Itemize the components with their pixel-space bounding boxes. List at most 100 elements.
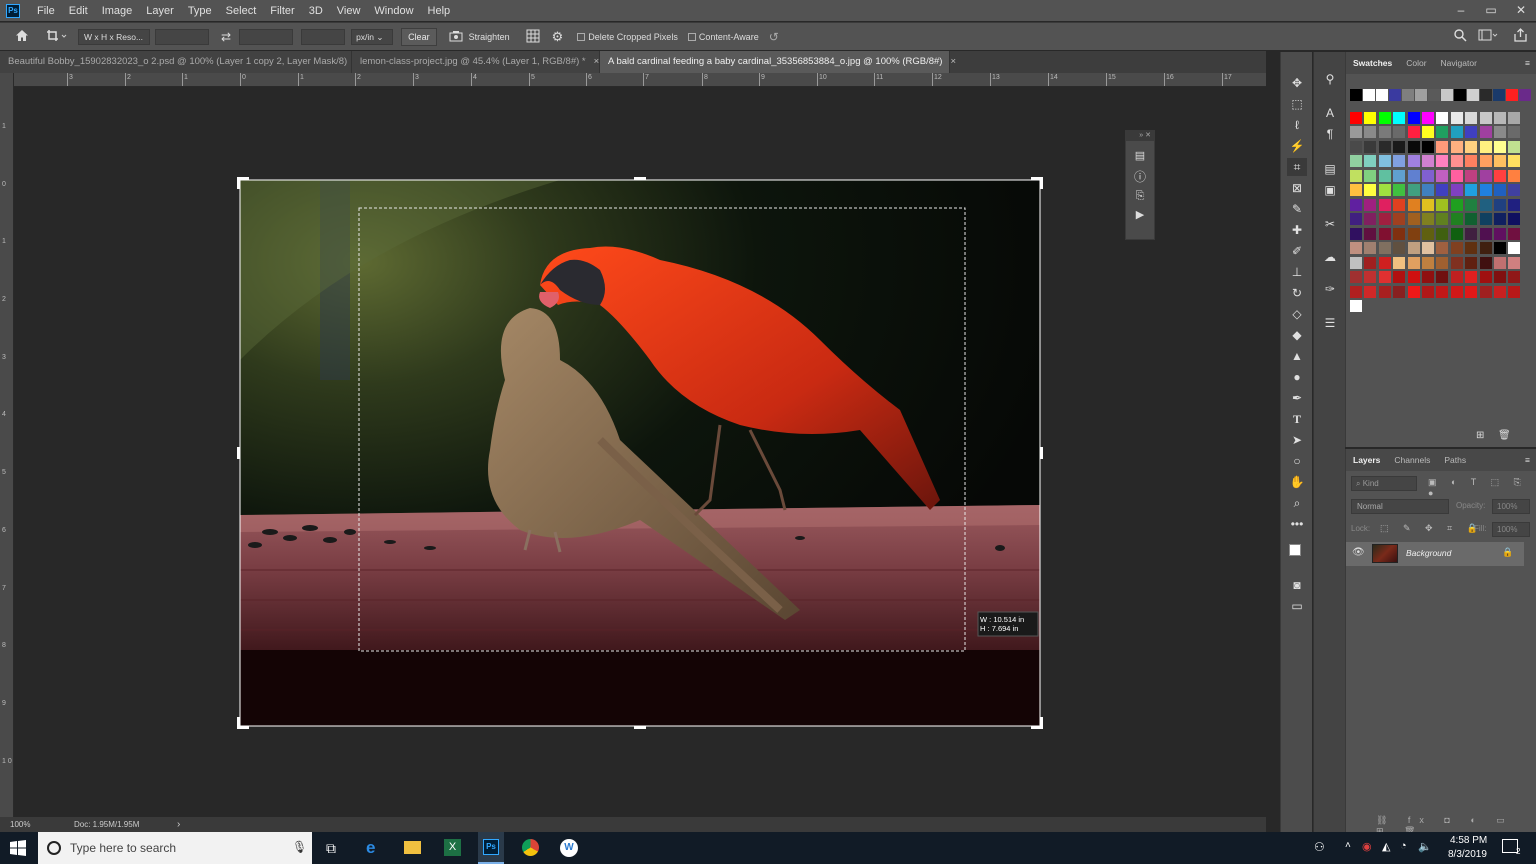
color-swatch[interactable]	[1389, 89, 1401, 101]
people-icon[interactable]: ⚇	[1314, 840, 1325, 854]
delete-swatch-icon[interactable]: 🗑	[1498, 430, 1511, 441]
color-swatch[interactable]	[1479, 227, 1492, 240]
color-swatch[interactable]	[1422, 227, 1434, 240]
blur-tool-icon[interactable]: ▲	[1287, 347, 1307, 365]
color-swatch[interactable]	[1508, 213, 1521, 225]
color-swatch[interactable]	[1494, 213, 1506, 225]
lasso-tool-icon[interactable]: ℓ	[1287, 116, 1307, 134]
color-swatch[interactable]	[1364, 111, 1377, 124]
history-icon[interactable]: ⎘	[1126, 190, 1154, 203]
color-swatch[interactable]	[1350, 169, 1362, 182]
task-view-icon[interactable]: ⧉	[326, 840, 336, 857]
color-swatch[interactable]	[1350, 184, 1362, 196]
color-swatch[interactable]	[1364, 126, 1377, 138]
search-icon[interactable]	[1454, 29, 1467, 44]
path-selection-tool-icon[interactable]: ➤	[1287, 431, 1307, 449]
color-swatch[interactable]	[1393, 285, 1406, 298]
content-aware-checkbox[interactable]: Content-Aware	[687, 32, 759, 42]
blend-mode-select[interactable]: Normal	[1351, 499, 1449, 514]
minimize-button[interactable]: –	[1446, 0, 1476, 21]
color-swatch[interactable]	[1436, 140, 1449, 153]
color-swatch[interactable]	[1450, 169, 1463, 182]
network-icon[interactable]: ◭	[1382, 840, 1390, 853]
color-swatch[interactable]	[1422, 184, 1434, 196]
color-swatch[interactable]	[1465, 213, 1478, 225]
color-swatch[interactable]	[1508, 285, 1521, 298]
color-swatch[interactable]	[1422, 271, 1434, 283]
color-swatch[interactable]	[1465, 169, 1478, 182]
home-icon[interactable]	[12, 29, 32, 44]
color-swatch[interactable]	[1350, 140, 1362, 153]
color-swatch[interactable]	[1479, 140, 1492, 153]
color-swatch[interactable]	[1465, 271, 1478, 283]
color-swatch[interactable]	[1363, 89, 1375, 101]
close-tab-icon[interactable]: ×	[594, 56, 600, 67]
clock-time[interactable]: 4:58 PM	[1450, 835, 1487, 846]
color-swatch[interactable]	[1479, 169, 1492, 182]
settings-gear-icon[interactable]: ⚙	[552, 29, 564, 45]
tray-chevron-icon[interactable]: ˄	[1345, 840, 1351, 851]
info-icon[interactable]: ⓘ	[1126, 168, 1154, 185]
tab-color[interactable]: Color	[1399, 58, 1433, 68]
color-swatch[interactable]	[1378, 140, 1391, 153]
libraries-icon[interactable]: ▤	[1320, 160, 1340, 178]
tab-channels[interactable]: Channels	[1387, 455, 1437, 465]
panel-menu-icon[interactable]: ≡	[1525, 58, 1530, 68]
pen-tool-icon[interactable]: ✒	[1287, 389, 1307, 407]
color-swatch[interactable]	[1479, 242, 1492, 254]
filter-icons[interactable]: ▣ ◐ T ⬚ ⎘ ●	[1428, 477, 1536, 498]
color-swatch[interactable]	[1393, 155, 1406, 167]
color-swatch[interactable]	[1378, 256, 1391, 269]
color-swatch[interactable]	[1436, 184, 1449, 196]
color-swatch[interactable]	[1508, 140, 1521, 153]
brush-tool-icon[interactable]: ✐	[1287, 242, 1307, 260]
status-menu-arrow[interactable]: ›	[177, 817, 180, 832]
color-swatch[interactable]	[1465, 285, 1478, 298]
color-swatch[interactable]	[1450, 256, 1463, 269]
color-swatch[interactable]	[1494, 227, 1506, 240]
color-swatch[interactable]	[1494, 198, 1506, 211]
color-swatch[interactable]	[1407, 184, 1420, 196]
color-swatch[interactable]	[1393, 198, 1406, 211]
color-swatch[interactable]	[1479, 111, 1492, 124]
color-swatch[interactable]	[1350, 126, 1362, 138]
resolution-input[interactable]	[301, 28, 346, 45]
color-swatch[interactable]	[1350, 111, 1362, 124]
color-swatch[interactable]	[1393, 256, 1406, 269]
color-swatch[interactable]	[1436, 227, 1449, 240]
clone-stamp-tool-icon[interactable]: ⊥	[1287, 263, 1307, 281]
color-swatch[interactable]	[1465, 111, 1478, 124]
color-swatch[interactable]	[1436, 285, 1449, 298]
color-swatch[interactable]	[1350, 256, 1362, 269]
color-swatch[interactable]	[1407, 285, 1420, 298]
delete-cropped-checkbox[interactable]: Delete Cropped Pixels	[577, 32, 678, 42]
color-swatch[interactable]	[1364, 198, 1377, 211]
color-swatch[interactable]	[1508, 126, 1521, 138]
color-swatch[interactable]	[1378, 184, 1391, 196]
menu-window[interactable]: Window	[367, 5, 420, 17]
tab-lemon-class-project[interactable]: lemon-class-project.jpg @ 45.4% (Layer 1…	[352, 51, 600, 73]
color-swatch[interactable]	[1479, 271, 1492, 283]
color-swatch[interactable]	[1508, 198, 1521, 211]
ratio-select[interactable]: W x H x Reso... ⌄	[78, 28, 150, 56]
color-swatch[interactable]	[1415, 89, 1427, 101]
color-swatch[interactable]	[1422, 198, 1434, 211]
crop-tool-icon[interactable]: ⌗	[1287, 158, 1307, 176]
color-swatch[interactable]	[1364, 285, 1377, 298]
restore-button[interactable]: ▭	[1476, 0, 1506, 21]
color-swatch[interactable]	[1465, 242, 1478, 254]
color-swatch[interactable]	[1479, 126, 1492, 138]
color-swatch[interactable]	[1436, 111, 1449, 124]
color-swatch[interactable]	[1364, 271, 1377, 283]
opacity-input[interactable]: 100%	[1492, 499, 1530, 514]
color-swatch[interactable]	[1378, 198, 1391, 211]
photoshop-taskbar-icon[interactable]: Ps	[478, 832, 504, 864]
color-swatch[interactable]	[1436, 155, 1449, 167]
tools-preset-icon[interactable]: ✂	[1320, 215, 1340, 233]
color-swatch[interactable]	[1350, 198, 1362, 211]
color-swatch[interactable]	[1378, 227, 1391, 240]
color-swatch[interactable]	[1350, 285, 1362, 298]
color-swatch[interactable]	[1422, 111, 1434, 124]
eyedropper-tool-icon[interactable]: ✎	[1287, 200, 1307, 218]
healing-brush-tool-icon[interactable]: ✚	[1287, 221, 1307, 239]
